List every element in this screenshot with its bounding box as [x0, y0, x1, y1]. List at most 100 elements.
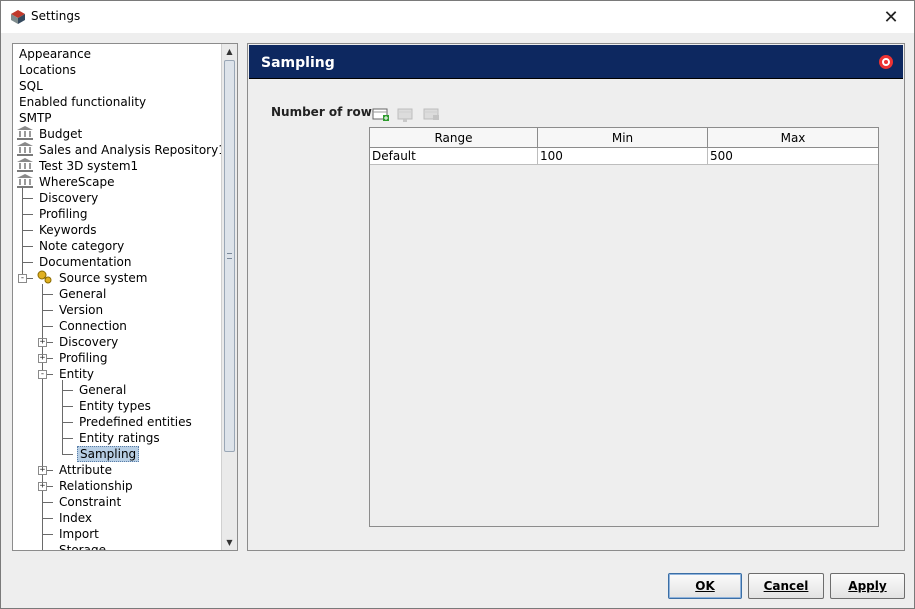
tree-item-label: Attribute — [59, 463, 112, 477]
tree-item[interactable]: Version — [57, 302, 105, 318]
tree-item-label: Budget — [39, 127, 83, 141]
tree-connector — [42, 326, 53, 327]
tree-item-label: Appearance — [19, 47, 92, 61]
tree-item[interactable]: Documentation — [37, 254, 134, 270]
tree-connector — [42, 518, 53, 519]
tree-item[interactable]: Attribute — [57, 462, 114, 478]
ok-button[interactable]: OK — [668, 573, 742, 599]
tree-item[interactable]: Test 3D system1 — [17, 158, 140, 174]
expand-icon[interactable]: + — [38, 338, 47, 347]
add-row-icon[interactable] — [372, 106, 390, 122]
tree-item-label: Relationship — [59, 479, 133, 493]
table-row[interactable]: Default 100 500 — [370, 148, 878, 165]
tree-item-label: Storage — [59, 543, 106, 550]
tree-connector — [22, 230, 33, 231]
tree-item-label: WhereScape — [39, 175, 115, 189]
tree-item[interactable]: Constraint — [57, 494, 123, 510]
bank-icon — [17, 174, 33, 188]
tree-item-label: Predefined entities — [79, 415, 192, 429]
tree-item[interactable]: Predefined entities — [77, 414, 194, 430]
help-icon[interactable] — [879, 55, 893, 69]
tree-item[interactable]: Keywords — [37, 222, 99, 238]
tree-item[interactable]: Discovery — [57, 334, 120, 350]
close-icon[interactable]: ✕ — [868, 1, 914, 33]
tree-item-label: Entity types — [79, 399, 151, 413]
tree-item[interactable]: General — [77, 382, 128, 398]
tree-item[interactable]: SMTP — [17, 110, 54, 126]
tree-item[interactable]: Sales and Analysis Repository1 — [17, 142, 221, 158]
number-of-rows-label: Number of rows: — [271, 105, 384, 119]
edit-row-icon[interactable] — [397, 106, 415, 122]
tree-connector — [42, 294, 53, 295]
tree-item-label: Documentation — [39, 255, 132, 269]
tree-item[interactable]: WhereScape — [17, 174, 116, 190]
table-header: Range Min Max — [370, 128, 878, 148]
tree-connector — [22, 262, 33, 263]
tree-connector — [62, 454, 73, 455]
tree-item[interactable]: Budget — [17, 126, 84, 142]
tree-item[interactable]: Note category — [37, 238, 126, 254]
column-header-min[interactable]: Min — [538, 128, 708, 148]
tree-connector — [42, 534, 53, 535]
cancel-button[interactable]: Cancel — [748, 573, 824, 599]
tree-item[interactable]: Entity types — [77, 398, 153, 414]
tree-item[interactable]: Profiling — [57, 350, 110, 366]
tree-guide-line — [42, 284, 43, 550]
tree-item[interactable]: Import — [57, 526, 101, 542]
apply-button[interactable]: Apply — [830, 573, 905, 599]
tree-connector — [22, 198, 33, 199]
column-header-max[interactable]: Max — [708, 128, 878, 148]
tree-connector — [22, 246, 33, 247]
tree-connector — [22, 214, 33, 215]
tree-connector — [42, 502, 53, 503]
tree-connector — [62, 390, 73, 391]
tree-item[interactable]: SQL — [17, 78, 45, 94]
tree-item[interactable]: Locations — [17, 62, 78, 78]
tree-item-label: Discovery — [39, 191, 99, 205]
scroll-up-icon[interactable]: ▲ — [222, 44, 237, 59]
tree-item[interactable]: Appearance — [17, 46, 93, 62]
expand-icon[interactable]: + — [38, 482, 47, 491]
tree-item[interactable]: Source system — [37, 270, 149, 286]
tree-item[interactable]: Index — [57, 510, 94, 526]
tree-item[interactable]: Sampling — [77, 446, 140, 462]
tree-connector — [62, 438, 73, 439]
tree-item[interactable]: Entity — [57, 366, 96, 382]
tree-item-label: Version — [59, 303, 104, 317]
tree-item-label: Source system — [59, 271, 148, 285]
window-title: Settings — [31, 9, 81, 23]
tree-item-label: Profiling — [59, 351, 108, 365]
tree-item[interactable]: Profiling — [37, 206, 90, 222]
bank-icon — [17, 142, 33, 156]
expand-icon[interactable]: + — [38, 354, 47, 363]
table-cell-range[interactable]: Default — [370, 148, 538, 165]
column-header-range[interactable]: Range — [370, 128, 538, 148]
tree-item[interactable]: Relationship — [57, 478, 135, 494]
tree-item[interactable]: Connection — [57, 318, 129, 334]
table-cell-min[interactable]: 100 — [538, 148, 708, 165]
delete-row-icon[interactable] — [423, 106, 441, 122]
tree-item-label: Entity — [59, 367, 95, 381]
tree-item-label: Sampling — [77, 446, 140, 462]
tree-item[interactable]: Discovery — [37, 190, 100, 206]
tree-item[interactable]: Enabled functionality — [17, 94, 148, 110]
tree-guide-line — [22, 188, 23, 280]
tree-item[interactable]: General — [57, 286, 108, 302]
collapse-icon[interactable]: - — [38, 370, 47, 379]
scroll-down-icon[interactable]: ▼ — [222, 535, 237, 550]
panel-splitter[interactable] — [240, 43, 246, 551]
tree-item-label: Discovery — [59, 335, 119, 349]
scrollbar-thumb[interactable] — [224, 60, 235, 452]
tree-item[interactable]: Storage — [57, 542, 108, 550]
settings-tree: Appearance Locations SQL Enabled functional… — [13, 44, 221, 550]
tree-item[interactable]: Entity ratings — [77, 430, 162, 446]
collapse-icon[interactable]: - — [18, 274, 27, 283]
tree-item-label: Index — [59, 511, 93, 525]
tree-item-label: General — [59, 287, 107, 301]
tree-item-label: Profiling — [39, 207, 88, 221]
tree-scrollbar[interactable]: ▲ ▼ — [221, 44, 237, 550]
bank-icon — [17, 126, 33, 140]
table-cell-max[interactable]: 500 — [708, 148, 878, 165]
expand-icon[interactable]: + — [38, 466, 47, 475]
tree-item-label: Entity ratings — [79, 431, 160, 445]
